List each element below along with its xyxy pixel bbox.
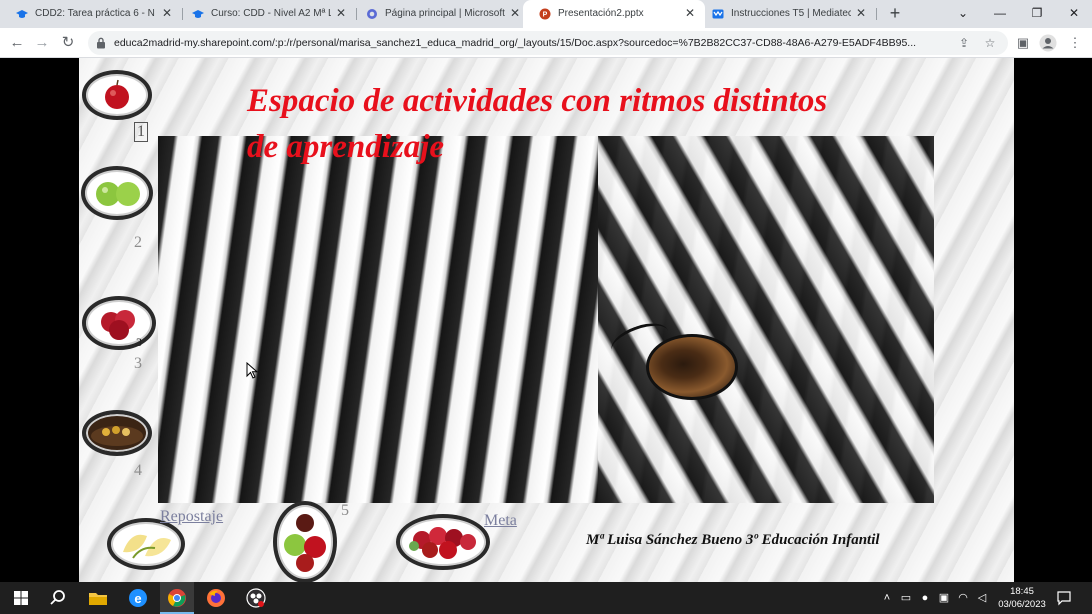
nav-overlap-number: 3 (136, 335, 142, 349)
apple-bowl-icon (91, 426, 143, 446)
svg-text:P: P (543, 12, 548, 19)
microphone-icon[interactable]: ● (918, 591, 932, 605)
nav-number-1[interactable]: 1 (134, 122, 148, 142)
obs-icon[interactable] (244, 586, 268, 610)
nav-number-3[interactable]: 3 (134, 355, 142, 373)
close-tab-icon[interactable]: ✕ (854, 6, 868, 20)
basket-apples-icon (409, 527, 476, 559)
mediateca-icon (712, 9, 724, 19)
nav-number-2[interactable]: 2 (134, 234, 142, 252)
browser-menu-icon[interactable]: ⋮ (1066, 34, 1084, 52)
tab-title: Instrucciones T5 | Mediateca (731, 8, 851, 19)
wifi-icon[interactable]: ◠ (956, 591, 970, 605)
nav-apple-1[interactable] (82, 70, 152, 120)
reload-button[interactable]: ↻ (59, 34, 77, 52)
volume-icon[interactable]: ◁ (975, 591, 989, 605)
side-panel-icon[interactable]: ▣ (1014, 34, 1032, 52)
nav-apple-2[interactable] (81, 166, 153, 220)
minimize-button[interactable]: — (982, 0, 1018, 26)
zebra-photo (158, 136, 934, 503)
clock-date[interactable]: 03/06/2023 (994, 599, 1050, 611)
slide-canvas: Espacio de actividades con ritmos distin… (79, 58, 1014, 582)
basket-apples-image[interactable] (396, 514, 490, 570)
author-credit: Mª Luisa Sánchez Bueno 3º Educación Infa… (586, 532, 880, 548)
close-tab-icon[interactable]: ✕ (160, 6, 174, 20)
new-tab-button[interactable]: + (886, 4, 904, 22)
nav-apple-4[interactable] (82, 410, 152, 456)
windows-start-icon[interactable] (9, 586, 33, 610)
repostaje-link[interactable]: Repostaje (160, 508, 223, 526)
clock-time[interactable]: 18:45 (998, 586, 1046, 598)
green-apples-icon (96, 182, 140, 206)
nav-apple-3[interactable] (82, 296, 156, 350)
close-tab-icon[interactable]: ✕ (683, 6, 697, 20)
tab-microsoft365[interactable]: Página principal | Microsoft 365 ✕ (350, 0, 530, 28)
tab-title: CDD2: Tarea práctica 6 - Nivel (35, 8, 155, 19)
red-apple-icon (105, 79, 129, 109)
tab-title: Presentación2.pptx (558, 8, 644, 19)
graduation-cap-icon (16, 10, 28, 18)
tab-title: Curso: CDD - Nivel A2 Mª Luisa (211, 8, 331, 19)
file-explorer-icon[interactable] (86, 586, 110, 610)
close-tab-icon[interactable]: ✕ (508, 6, 522, 20)
nav-number-4[interactable]: 4 (134, 462, 142, 480)
bookmark-star-icon[interactable]: ☆ (982, 35, 998, 51)
address-bar[interactable]: educa2madrid-my.sharepoint.com/:p:/r/per… (88, 31, 1008, 55)
tab-presentacion2[interactable]: P Presentación2.pptx ✕ (523, 0, 705, 28)
restore-button[interactable]: ❐ (1019, 0, 1055, 26)
meta-link[interactable]: Meta (484, 512, 517, 530)
red-apples-pile-icon (101, 310, 135, 340)
slide-title: Espacio de actividades con ritmos distin… (247, 83, 828, 165)
lock-icon[interactable] (96, 37, 106, 49)
forward-button[interactable]: → (33, 34, 51, 52)
mouse-cursor-icon (246, 362, 258, 379)
tab-cdd2-tarea[interactable]: CDD2: Tarea práctica 6 - Nivel ✕ (0, 0, 182, 28)
microsoft365-icon (367, 9, 377, 19)
presentation-viewer: Espacio de actividades con ritmos distin… (0, 58, 1092, 582)
share-icon[interactable]: ⇪ (956, 35, 972, 51)
graduation-cap-icon (192, 10, 204, 18)
tab-instrucciones-t5[interactable]: Instrucciones T5 | Mediateca ✕ (696, 0, 876, 28)
powerpoint-icon: P (539, 8, 551, 20)
tab-title: Página principal | Microsoft 365 (385, 8, 505, 19)
apple-slices-icon (123, 534, 171, 559)
close-tab-icon[interactable]: ✕ (334, 6, 348, 20)
profile-avatar-icon[interactable] (1039, 34, 1057, 52)
mixed-apples-icon (284, 514, 326, 572)
svg-text:e: e (134, 591, 141, 606)
windows-taskbar: e ˄ ▭ ● ▣ ◠ ◁ 18:45 03/06/2023 (0, 582, 1092, 614)
tab-curso-cdd[interactable]: Curso: CDD - Nivel A2 Mª Luisa ✕ (176, 0, 356, 28)
search-icon[interactable] (46, 586, 70, 610)
browser-toolbar: ← → ↻ educa2madrid-my.sharepoint.com/:p:… (0, 28, 1092, 58)
browser-tab-strip: CDD2: Tarea práctica 6 - Nivel ✕ Curso: … (0, 0, 1092, 28)
notifications-icon[interactable] (1056, 590, 1072, 606)
security-icon[interactable]: ▣ (937, 591, 951, 605)
tab-divider (876, 8, 877, 20)
chevron-up-icon[interactable]: ˄ (880, 591, 894, 605)
close-window-button[interactable]: ✕ (1056, 0, 1092, 26)
edge-icon[interactable]: e (126, 586, 150, 610)
url-text[interactable]: educa2madrid-my.sharepoint.com/:p:/r/per… (114, 37, 954, 49)
zebra-eye (646, 334, 738, 400)
mixed-apples-image[interactable] (273, 501, 337, 582)
device-icon[interactable]: ▭ (899, 591, 913, 605)
tab-search-button[interactable]: ⌄ (945, 0, 981, 26)
back-button[interactable]: ← (8, 34, 26, 52)
chrome-icon[interactable] (165, 586, 189, 610)
nav-number-5[interactable]: 5 (341, 502, 349, 520)
zebra-head-stripes (598, 136, 934, 503)
firefox-icon[interactable] (204, 586, 228, 610)
